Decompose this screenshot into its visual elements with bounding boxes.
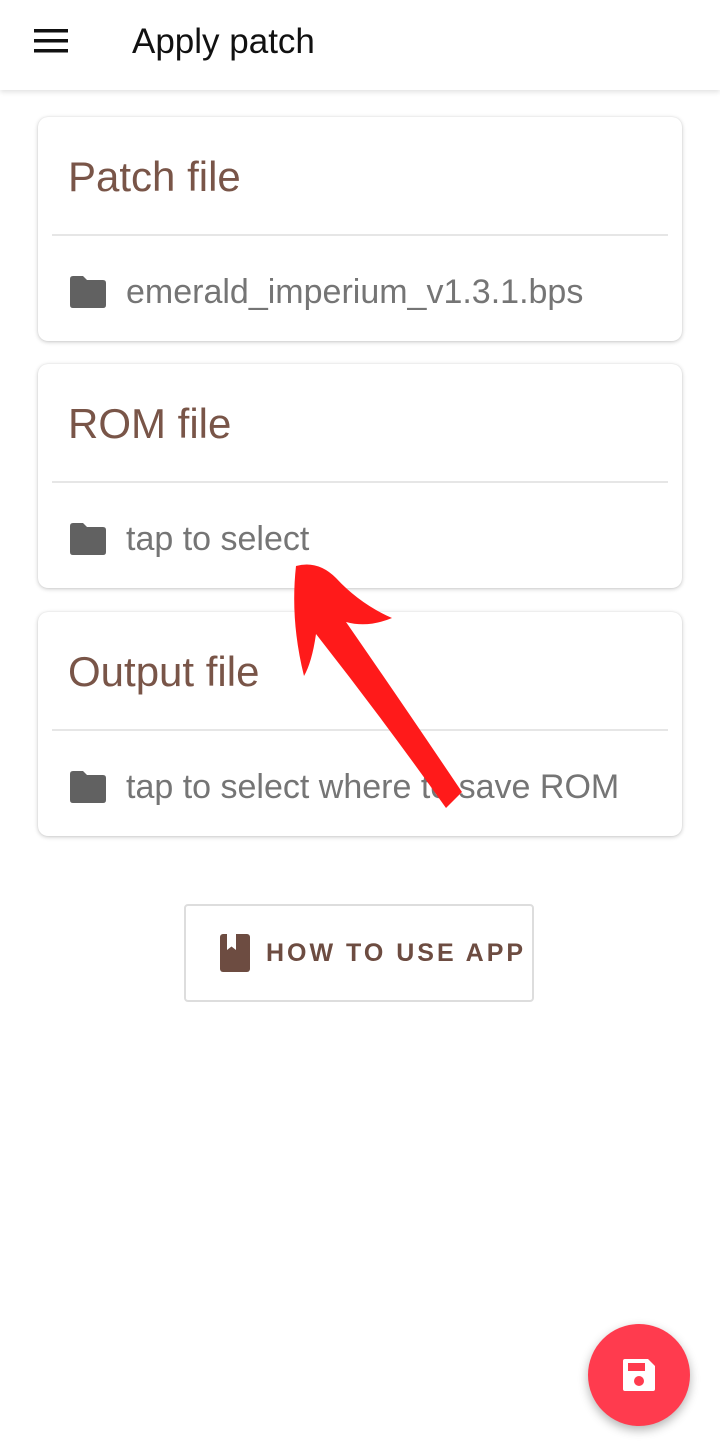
folder-icon (70, 276, 106, 308)
rom-file-selector[interactable]: tap to select (68, 514, 662, 564)
card-divider (52, 234, 668, 236)
rom-file-value: tap to select (126, 520, 310, 558)
page-title: Apply patch (132, 22, 315, 61)
patch-file-selector[interactable]: emerald_imperium_v1.3.1.bps (68, 267, 662, 317)
how-to-use-app-button[interactable]: HOW TO USE APP (184, 904, 534, 1002)
patch-file-card: Patch file emerald_imperium_v1.3.1.bps (38, 117, 682, 341)
book-icon (220, 934, 250, 972)
rom-file-title: ROM file (68, 400, 232, 447)
menu-button[interactable] (22, 14, 82, 68)
output-file-title: Output file (68, 648, 260, 695)
patch-file-title: Patch file (68, 153, 241, 200)
how-to-use-app-label: HOW TO USE APP (266, 938, 527, 967)
hamburger-menu-icon (34, 29, 68, 53)
folder-icon (70, 523, 106, 555)
apply-patch-screen: Apply patch Patch file emerald_imperium_… (0, 0, 720, 1453)
rom-file-card: ROM file tap to select (38, 364, 682, 588)
patch-file-value: emerald_imperium_v1.3.1.bps (126, 273, 584, 311)
save-icon (623, 1359, 655, 1391)
output-file-selector[interactable]: tap to select where to save ROM (68, 762, 662, 812)
output-file-card: Output file tap to select where to save … (38, 612, 682, 836)
card-divider (52, 481, 668, 483)
card-divider (52, 729, 668, 731)
app-bar: Apply patch (0, 0, 720, 90)
folder-icon (70, 771, 106, 803)
save-fab-button[interactable] (588, 1324, 690, 1426)
output-file-value: tap to select where to save ROM (126, 768, 620, 806)
